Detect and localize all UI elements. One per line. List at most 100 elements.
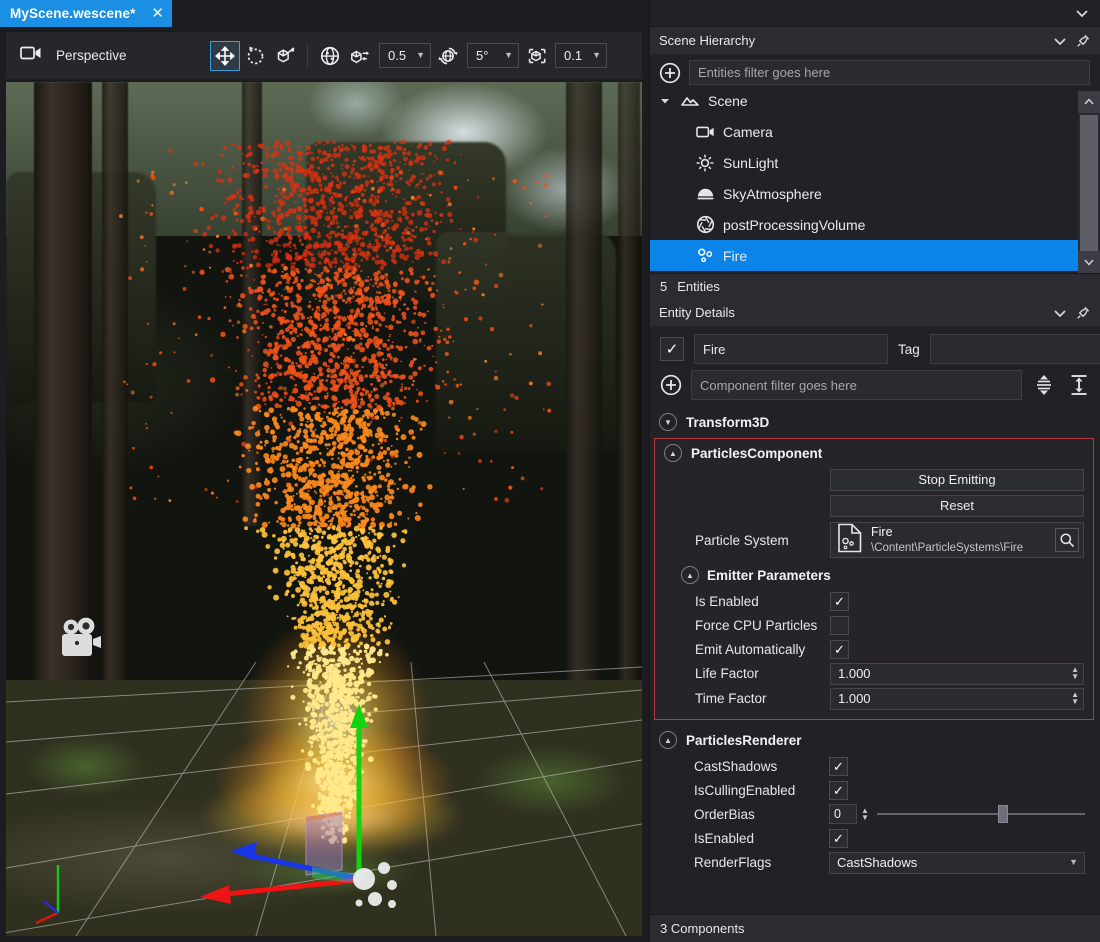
order-bias-value[interactable]: 0 (829, 804, 857, 824)
component-filter-input[interactable] (691, 370, 1022, 400)
render-flags-label: RenderFlags (654, 855, 829, 870)
particle-system-label: Particle System (655, 533, 830, 548)
collapse-all-icon[interactable] (1031, 374, 1057, 396)
time-factor-input[interactable]: 1.000 ▲▼ (830, 688, 1084, 710)
entities-filter-input[interactable] (689, 60, 1090, 85)
viewport-camera-selector[interactable]: Perspective (20, 45, 210, 66)
tree-item-camera[interactable]: Camera (650, 116, 1078, 147)
chevron-up-icon[interactable]: ▲ (659, 731, 677, 749)
video-camera-icon (20, 45, 42, 66)
hierarchy-status-bar: 5 Entities (650, 273, 1100, 299)
emitter-parameters-header[interactable]: ▲ Emitter Parameters (655, 561, 1093, 589)
stepper-icon[interactable]: ▲▼ (1071, 692, 1079, 705)
entity-details-title: Entity Details (659, 305, 1044, 320)
emitter-parameters-label: Emitter Parameters (707, 568, 831, 583)
entity-details-status-bar: 3 Components (650, 914, 1100, 942)
chevron-down-icon[interactable]: ▼ (659, 413, 677, 431)
particle-system-asset-field[interactable]: Fire \Content\ParticleSystems\Fire (830, 522, 1084, 558)
tree-item-label: SkyAtmosphere (723, 186, 822, 202)
3d-viewport[interactable] (6, 82, 642, 936)
chevron-down-icon: ▼ (416, 51, 425, 60)
order-bias-label: OrderBias (654, 807, 829, 822)
tab-myscene[interactable]: MyScene.wescene* ✕ (0, 0, 172, 27)
projection-label: Perspective (56, 48, 127, 63)
rotate-tool[interactable] (240, 41, 270, 71)
circle-plus-icon[interactable] (659, 62, 681, 84)
particle-asset-icon (837, 523, 863, 558)
component-particlesrenderer-header[interactable]: ▲ ParticlesRenderer (654, 726, 1094, 754)
hierarchy-scrollbar[interactable] (1078, 91, 1100, 273)
life-factor-input[interactable]: 1.000 ▲▼ (830, 663, 1084, 685)
viewport-toolbar: Perspective 0.5 ▼ (6, 32, 642, 79)
tree-item-postprocessingvolume[interactable]: postProcessingVolume (650, 209, 1078, 240)
reset-button[interactable]: Reset (830, 495, 1084, 517)
cast-shadows-label: CastShadows (654, 759, 829, 774)
pin-icon[interactable] (1076, 33, 1091, 48)
snap-scale-value[interactable]: 0.1 ▼ (555, 43, 607, 68)
tree-item-label: SunLight (723, 155, 778, 171)
scene-hierarchy-header: Scene Hierarchy (650, 27, 1100, 54)
transform-gizmo[interactable] (156, 682, 476, 936)
pin-icon[interactable] (1076, 305, 1091, 320)
chevron-up-icon[interactable]: ▲ (664, 444, 682, 462)
tree-item-skyatmosphere[interactable]: SkyAtmosphere (650, 178, 1078, 209)
stop-emitting-button[interactable]: Stop Emitting (830, 469, 1084, 491)
tree-item-sunlight[interactable]: SunLight (650, 147, 1078, 178)
tab-strip: MyScene.wescene* ✕ (0, 0, 648, 27)
expand-all-icon[interactable] (1066, 374, 1092, 396)
entity-enabled-checkbox[interactable]: ✓ (660, 337, 684, 361)
is-enabled-label: Is Enabled (655, 594, 830, 609)
component-transform3d[interactable]: ▼ Transform3D (650, 408, 1100, 436)
snap-translate-text: 0.5 (388, 48, 406, 63)
entities-filter-row (650, 54, 1100, 91)
snap-move-icon[interactable] (345, 41, 375, 71)
chevron-down-icon[interactable] (1074, 5, 1090, 21)
scale-tool[interactable] (270, 41, 300, 71)
particles-icon (694, 247, 716, 264)
render-flags-dropdown[interactable]: CastShadows ▼ (829, 852, 1085, 874)
toolbar-divider (307, 43, 308, 69)
chevron-up-icon[interactable]: ▲ (681, 566, 699, 584)
scroll-up-button[interactable] (1078, 91, 1100, 113)
order-bias-slider[interactable] (877, 805, 1085, 823)
tree-item-scene[interactable]: Scene (650, 91, 1078, 116)
close-icon[interactable]: ✕ (151, 6, 164, 21)
check-icon: ✓ (666, 342, 679, 357)
force-cpu-particles-checkbox[interactable] (830, 616, 849, 635)
chevron-down-icon[interactable] (1052, 33, 1068, 49)
rotate-globe-icon[interactable] (433, 41, 463, 71)
tree-item-fire[interactable]: Fire (650, 240, 1078, 271)
check-icon: ✓ (833, 832, 844, 845)
is-enabled-checkbox[interactable]: ✓ (830, 592, 849, 611)
snap-rotate-value[interactable]: 5° ▼ (467, 43, 519, 68)
snap-translate-value[interactable]: 0.5 ▼ (379, 43, 431, 68)
snap-scale-text: 0.1 (564, 48, 582, 63)
entity-tag-input[interactable] (930, 334, 1100, 364)
emit-automatically-checkbox[interactable]: ✓ (830, 640, 849, 659)
is-enabled-renderer-checkbox[interactable]: ✓ (829, 829, 848, 848)
scroll-down-button[interactable] (1078, 251, 1100, 273)
component-particlescomponent-header[interactable]: ▲ ParticlesComponent (655, 439, 1093, 467)
life-factor-label: Life Factor (655, 666, 830, 681)
stepper-icon[interactable]: ▲▼ (1071, 667, 1079, 680)
gizmo-axis-y (350, 704, 368, 877)
slider-thumb[interactable] (998, 805, 1008, 823)
editor-window: MyScene.wescene* ✕ Perspective (0, 0, 1100, 942)
circle-plus-icon[interactable] (660, 374, 682, 396)
movie-camera-icon[interactable] (51, 615, 109, 673)
chevron-down-icon[interactable] (1052, 305, 1068, 321)
scene-hierarchy-tree[interactable]: Scene Camera SunLight (650, 91, 1100, 273)
scrollbar-thumb[interactable] (1080, 115, 1098, 263)
scale-cube-icon[interactable] (521, 41, 551, 71)
stepper-icon[interactable]: ▲▼ (861, 808, 869, 821)
is-culling-enabled-checkbox[interactable]: ✓ (829, 781, 848, 800)
magnifier-icon[interactable] (1055, 528, 1079, 552)
cast-shadows-checkbox[interactable]: ✓ (829, 757, 848, 776)
scene-icon (679, 93, 701, 109)
world-space-toggle[interactable] (315, 41, 345, 71)
chevron-down-icon[interactable] (658, 96, 672, 106)
sun-icon (694, 154, 716, 172)
components-count-label: 3 Components (660, 921, 745, 936)
translate-tool[interactable] (210, 41, 240, 71)
entity-name-input[interactable] (694, 334, 888, 364)
